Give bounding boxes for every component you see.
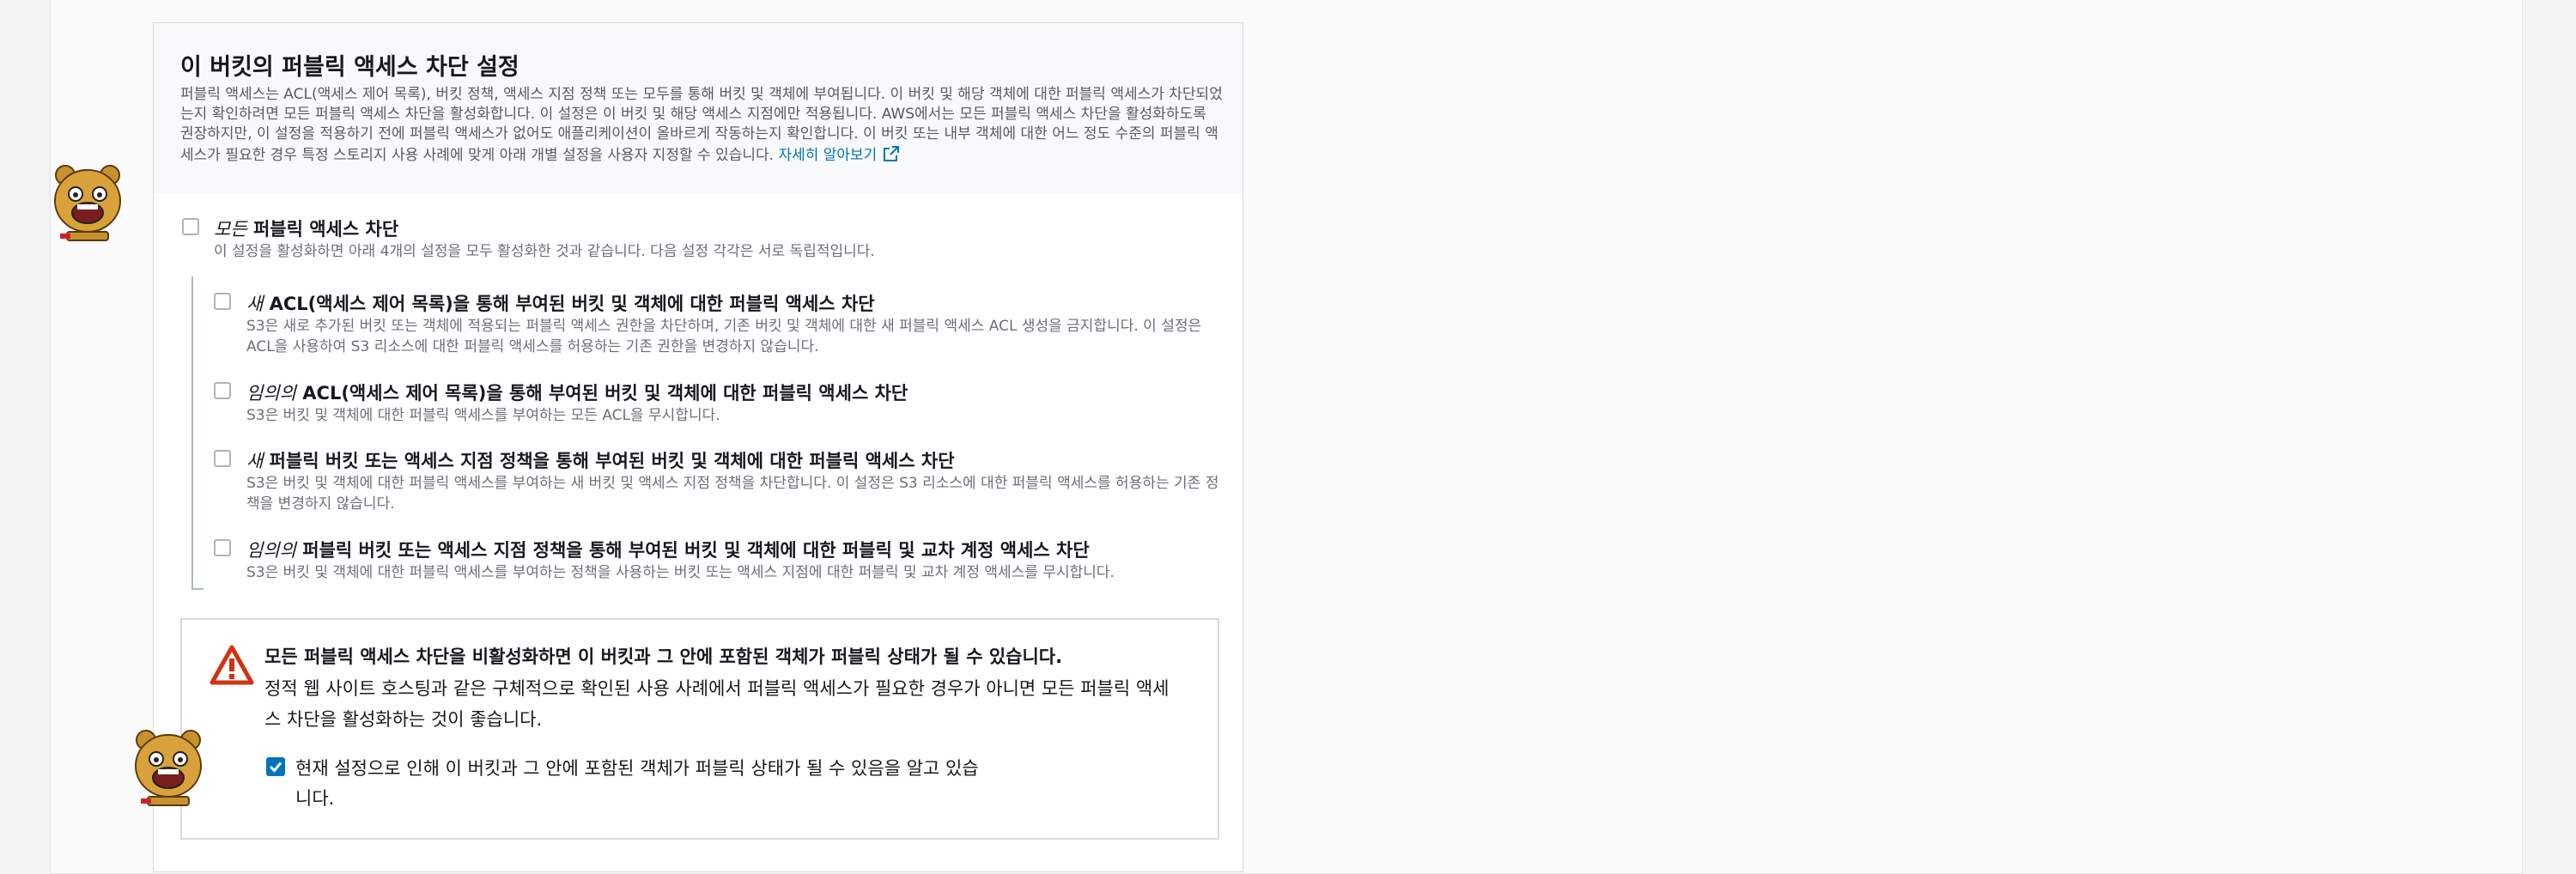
option-description: S3은 버킷 및 객체에 대한 퍼블릭 액세스를 부여하는 모든 ACL을 무시… (246, 407, 720, 424)
description-text: 퍼블릭 액세스는 ACL(액세스 제어 목록), 버킷 정책, 액세스 지점 정… (180, 86, 1223, 164)
option-description: S3은 버킷 및 객체에 대한 퍼블릭 액세스를 부여하는 새 버킷 및 액세스… (246, 475, 1219, 513)
checkmark-icon (269, 762, 283, 773)
bear-sticker (135, 730, 202, 806)
option-checkbox[interactable] (214, 450, 231, 467)
block-all-checkbox[interactable] (182, 218, 199, 235)
page-container: 이 버킷의 퍼블릭 액세스 차단 설정 퍼블릭 액세스는 ACL(액세스 제어 … (50, 0, 2523, 874)
acknowledge-checkbox[interactable] (266, 757, 285, 776)
tree-branch (191, 588, 204, 590)
option-description: S3은 새로 추가된 버킷 또는 객체에 적용되는 퍼블릭 액세스 권한을 차단… (246, 318, 1202, 355)
block-all-title: 모든 퍼블릭 액세스 차단 (214, 219, 399, 240)
section-description: 퍼블릭 액세스는 ACL(액세스 제어 목록), 버킷 정책, 액세스 지점 정… (180, 85, 1224, 166)
learn-more-link[interactable]: 자세히 알아보기 (778, 146, 901, 164)
external-link-icon (884, 146, 900, 161)
alert-body: 정적 웹 사이트 호스팅과 같은 구체적으로 확인된 사용 사례에서 퍼블릭 액… (264, 678, 1170, 730)
option-description: S3은 버킷 및 객체에 대한 퍼블릭 액세스를 부여하는 정책을 사용하는 버… (246, 564, 1115, 581)
block-all-description: 이 설정을 활성화하면 아래 4개의 설정을 모두 활성화한 것과 같습니다. … (214, 243, 875, 260)
option-title: 새 퍼블릭 버킷 또는 액세스 지점 정책을 통해 부여된 버킷 및 객체에 대… (246, 451, 955, 471)
section-title: 이 버킷의 퍼블릭 액세스 차단 설정 (180, 54, 519, 81)
acknowledge-label: 현재 설정으로 인해 이 버킷과 그 안에 포함된 객체가 퍼블릭 상태가 될 … (295, 758, 979, 809)
option-checkbox[interactable] (214, 539, 231, 556)
alert-title: 모든 퍼블릭 액세스 차단을 비활성화하면 이 버킷과 그 안에 포함된 객체가… (264, 646, 1063, 667)
card-header: 이 버킷의 퍼블릭 액세스 차단 설정 퍼블릭 액세스는 ACL(액세스 제어 … (154, 23, 1242, 193)
tree-line (191, 276, 193, 590)
option-title: 임의의 ACL(액세스 제어 목록)을 통해 부여된 버킷 및 객체에 대한 퍼… (246, 383, 908, 404)
warning-icon (210, 645, 254, 685)
bear-sticker (54, 165, 121, 241)
option-checkbox[interactable] (214, 293, 231, 310)
block-public-access-card: 이 버킷의 퍼블릭 액세스 차단 설정 퍼블릭 액세스는 ACL(액세스 제어 … (153, 22, 1243, 872)
option-title: 임의의 퍼블릭 버킷 또는 액세스 지점 정책을 통해 부여된 버킷 및 객체에… (246, 540, 1090, 561)
option-checkbox[interactable] (214, 382, 231, 399)
warning-alert: 모든 퍼블릭 액세스 차단을 비활성화하면 이 버킷과 그 안에 포함된 객체가… (180, 618, 1219, 840)
option-title: 새 ACL(액세스 제어 목록)을 통해 부여된 버킷 및 객체에 대한 퍼블릭… (246, 294, 875, 314)
